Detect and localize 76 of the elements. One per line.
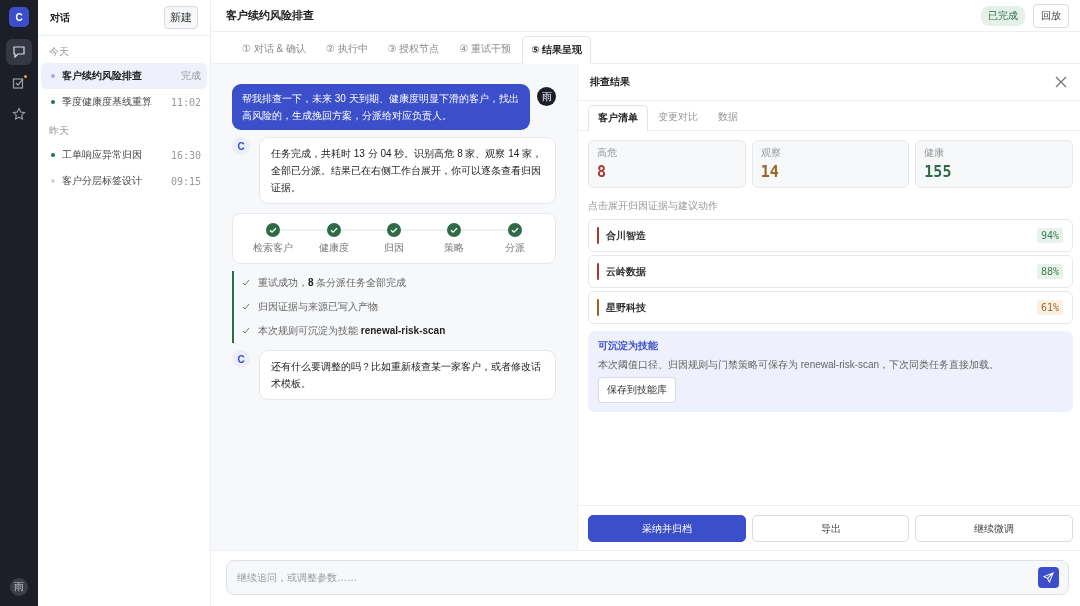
conversation-item[interactable]: 季度健康度基线重算 11:02 [41,89,207,115]
step-tab[interactable]: ⑤ 结果呈现 [522,36,592,64]
customer-name: 云岭数据 [606,264,647,279]
chat-icon [12,45,26,59]
step-label: 策略 [444,241,465,255]
step-tab[interactable]: ③ 授权节点 [378,35,449,63]
skill-title: 可沉淀为技能 [598,339,658,353]
send-button[interactable] [1038,567,1059,588]
check-icon [242,327,250,335]
conversation-title: 客户分层标签设计 [62,174,143,188]
app-logo[interactable]: C [9,7,29,27]
hint-text: 点击展开归因证据与建议动作 [588,199,719,213]
group-label: 昨天 [48,124,70,138]
conversation-time: 完成 [181,69,201,83]
stat-label: 高危 [597,146,618,160]
chat-nav-button[interactable] [6,39,32,65]
customer-name: 星野科技 [606,300,647,315]
conversation-title: 季度健康度基线重算 [62,95,153,109]
conversation-time: 09:15 [170,175,201,187]
star-icon [12,107,26,121]
close-icon[interactable] [1055,76,1067,88]
assistant-avatar: C [232,350,250,368]
conversation-item[interactable]: 工单响应异常归因 16:30 [41,142,207,168]
user-avatar[interactable]: 雨 [10,578,28,596]
replay-button[interactable]: 回放 [1033,3,1069,28]
stat-label: 健康 [924,146,946,160]
stat-value: 155 [924,163,953,181]
action-button[interactable]: 导出 [751,515,910,542]
log-line: 重试成功，8 条分派任务全部完成 [258,276,407,290]
stat-value: 8 [597,163,608,181]
log-line: 本次规则可沉淀为技能 renewal-risk-scan [258,324,446,338]
check-icon [242,303,250,311]
conversation-item[interactable]: 客户分层标签设计 09:15 [41,168,207,194]
conversation-item[interactable]: 客户续约风险排查 完成 [41,63,207,89]
sidebar-title: 对话 [50,10,70,25]
customer-row[interactable]: 云岭数据 88% [588,255,1073,288]
step-label: 健康度 [318,241,349,255]
step-tab[interactable]: ④ 重试干预 [450,35,521,63]
save-skill-button[interactable]: 保存到技能库 [598,377,676,403]
customer-row[interactable]: 星野科技 61% [588,291,1073,324]
panel-tab[interactable]: 客户清单 [588,105,648,131]
conversation-title: 客户续约风险排查 [62,69,143,83]
user-message: 帮我排查一下，未来 30 天到期、健康度明显下滑的客户，找出高风险的，生成挽回方案，分派给对应负责人。 [232,84,530,130]
checkbox-icon [12,76,26,90]
notification-dot [24,75,27,78]
group-label: 今天 [48,45,70,59]
stat-label: 观察 [760,146,782,160]
page-title: 客户续约风险排查 [226,8,315,23]
step-label: 分派 [504,241,525,255]
skill-description: 本次阈值口径、归因规则与门禁策略可保存为 renewal-risk-scan，下次同类任务直接加载。 [598,358,1000,372]
user-avatar: 雨 [537,87,556,106]
panel-title: 排查结果 [590,75,630,89]
check-icon [242,279,250,287]
score-badge: 94% [1036,228,1063,243]
score-badge: 88% [1036,264,1063,279]
assistant-avatar: C [232,137,250,155]
step-tab[interactable]: ① 对话 & 确认 [233,35,315,63]
log-line: 归因证据与来源已写入产物 [258,300,378,314]
new-button[interactable]: 新建 [164,6,198,29]
input-field[interactable]: 继续追问，或调整参数…… [226,560,1069,595]
conversation-title: 工单响应异常归因 [62,148,143,162]
status-badge: 已完成 [981,5,1025,26]
assistant-message: 还有什么要调整的吗？比如重新核查某一家客户，或者修改话术模板。 [259,350,556,400]
customer-name: 合川智造 [606,228,647,243]
score-badge: 61% [1036,300,1063,315]
assistant-message: 任务完成，共耗时 13 分 04 秒。识别高危 8 家、观察 14 家，全部已分派。结果已在右侧工作台展开，你可以逐条查看归因证据。 [259,137,556,204]
action-button[interactable]: 采纳并归档 [588,515,746,542]
step-label: 检索客户 [253,241,294,255]
send-icon [1043,572,1054,583]
customer-row[interactable]: 合川智造 94% [588,219,1073,252]
conversation-time: 16:30 [170,149,201,161]
stat-value: 14 [760,163,780,181]
step-label: 归因 [384,241,404,255]
action-button[interactable]: 继续微调 [915,515,1073,542]
step-tab[interactable]: ② 执行中 [317,35,377,63]
conversation-time: 11:02 [170,96,201,108]
